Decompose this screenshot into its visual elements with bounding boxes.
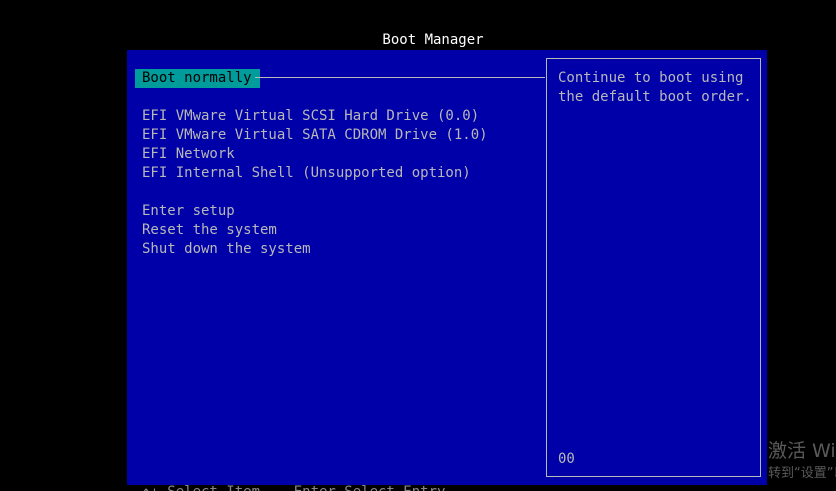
menu-item-scsi-hard-drive[interactable]: EFI VMware Virtual SCSI Hard Drive (0.0) (142, 107, 479, 126)
menu-item-reset-system[interactable]: Reset the system (142, 221, 277, 240)
menu-item-boot-normally[interactable]: Boot normally (135, 69, 260, 88)
menu-item-efi-network[interactable]: EFI Network (142, 145, 235, 164)
selection-divider (255, 77, 545, 78)
boot-manager-panel: Boot normally EFI VMware Virtual SCSI Ha… (127, 50, 767, 485)
menu-item-internal-shell[interactable]: EFI Internal Shell (Unsupported option) (142, 164, 471, 183)
menu-item-sata-cdrom[interactable]: EFI VMware Virtual SATA CDROM Drive (1.0… (142, 126, 488, 145)
menu-item-enter-setup[interactable]: Enter setup (142, 202, 235, 221)
help-box: Continue to boot using the default boot … (546, 58, 761, 477)
page-title: Boot Manager (382, 32, 484, 48)
help-code: 00 (558, 451, 575, 467)
help-text: Continue to boot using the default boot … (558, 70, 752, 105)
menu-item-shut-down[interactable]: Shut down the system (142, 240, 311, 259)
watermark-title: 激活 Windows (768, 440, 836, 462)
key-hint-bar: ↑↓ Select Item Enter Select Entry (142, 485, 445, 491)
watermark-subtitle: 转到“设置”以激活 Windows。 (768, 466, 836, 481)
activation-watermark: 激活 Windows 转到“设置”以激活 Windows。 (768, 438, 836, 484)
